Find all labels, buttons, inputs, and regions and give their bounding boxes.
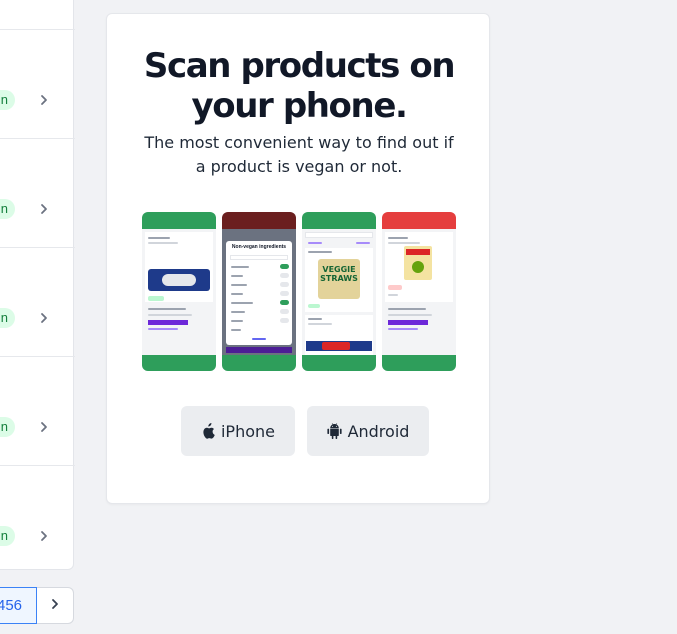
chevron-right-icon[interactable] [38, 421, 50, 433]
app-screenshot-ingredients: Non-vegan ingredients [222, 212, 296, 371]
iphone-button-label: iPhone [220, 421, 275, 441]
list-item[interactable]: n [0, 139, 75, 248]
pagination-next-button[interactable] [37, 587, 74, 624]
card-title: Scan products on your phone. [143, 46, 456, 126]
list-item[interactable]: n [0, 466, 75, 575]
card-subtitle: The most convenient way to find out if a… [144, 133, 454, 176]
dialog-title: Non-vegan ingredients [231, 244, 287, 250]
android-download-button[interactable]: Android [307, 406, 429, 456]
chevron-right-icon[interactable] [38, 530, 50, 542]
status-badge: n [0, 526, 15, 546]
app-screenshot-bearnaise [382, 212, 456, 371]
pagination-current-page[interactable]: 456 [0, 587, 37, 624]
product-list-panel: n n n n n [0, 0, 75, 570]
chevron-right-icon[interactable] [38, 203, 50, 215]
chevron-right-icon[interactable] [38, 312, 50, 324]
android-icon [326, 423, 342, 439]
status-badge: n [0, 417, 15, 437]
list-item[interactable]: n [0, 248, 75, 357]
iphone-download-button[interactable]: iPhone [181, 406, 295, 456]
apple-icon [201, 423, 215, 439]
chevron-right-icon [49, 597, 61, 615]
list-item[interactable]: n [0, 30, 75, 139]
status-badge: n [0, 308, 15, 328]
app-screenshot-product [142, 212, 216, 371]
scan-products-card: Scan products on your phone. The most co… [106, 13, 490, 504]
status-badge: n [0, 90, 15, 110]
list-item[interactable] [0, 0, 75, 30]
list-item[interactable]: n [0, 357, 75, 466]
chevron-right-icon[interactable] [38, 94, 50, 106]
product-label-veggie-straws: VEGGIE STRAWS [320, 265, 358, 283]
app-screenshot-search: VEGGIE STRAWS [302, 212, 376, 371]
android-button-label: Android [347, 421, 410, 441]
status-badge: n [0, 199, 15, 219]
